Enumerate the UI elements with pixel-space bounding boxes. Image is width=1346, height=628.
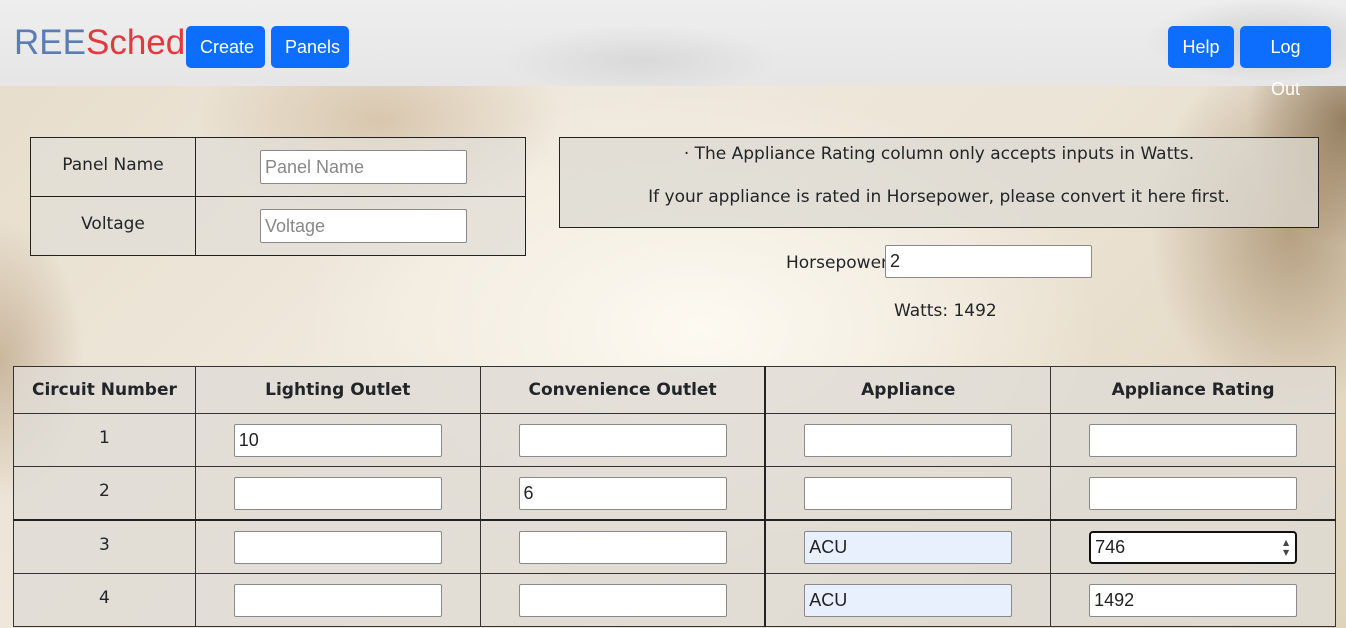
brand-sched: Sched bbox=[85, 23, 186, 62]
circuit-number: 2 bbox=[13, 466, 196, 521]
table-row: 4 bbox=[13, 573, 1336, 627]
voltage-label: Voltage bbox=[30, 196, 196, 256]
table-row: 1 bbox=[13, 413, 1336, 467]
convenience-outlet-input[interactable] bbox=[518, 530, 727, 564]
panel-name-label: Panel Name bbox=[30, 137, 196, 197]
lighting-outlet-input[interactable] bbox=[233, 476, 442, 510]
appliance-input[interactable] bbox=[804, 423, 1013, 457]
brand-ree: REE bbox=[14, 23, 86, 62]
voltage-input[interactable] bbox=[260, 209, 467, 243]
convenience-outlet-input[interactable] bbox=[518, 476, 727, 510]
convenience-outlet-input[interactable] bbox=[518, 583, 727, 617]
create-button[interactable]: Create bbox=[186, 26, 265, 68]
convenience-outlet-input[interactable] bbox=[518, 423, 727, 457]
header-lighting-outlet: Lighting Outlet bbox=[194, 366, 481, 414]
panels-button[interactable]: Panels bbox=[271, 26, 349, 68]
help-button[interactable]: Help bbox=[1168, 26, 1234, 68]
appliance-rating-input[interactable] bbox=[1089, 423, 1298, 457]
appliance-rating-input[interactable] bbox=[1089, 476, 1298, 510]
lighting-outlet-input[interactable] bbox=[233, 423, 442, 457]
appliance-input[interactable] bbox=[804, 530, 1013, 564]
panel-name-input[interactable] bbox=[260, 150, 467, 184]
lighting-outlet-input[interactable] bbox=[233, 530, 442, 564]
watts-notice-box: · The Appliance Rating column only accep… bbox=[559, 137, 1319, 228]
table-row: 2 bbox=[13, 466, 1336, 521]
circuit-number: 1 bbox=[13, 413, 196, 467]
header-convenience-outlet: Convenience Outlet bbox=[479, 366, 766, 414]
brand-logo[interactable]: REESched bbox=[14, 22, 185, 64]
circuit-number: 3 bbox=[13, 519, 196, 574]
appliance-rating-input[interactable] bbox=[1089, 583, 1298, 617]
circuit-number: 4 bbox=[13, 573, 196, 627]
logout-button[interactable]: Log Out bbox=[1240, 26, 1331, 99]
horsepower-input[interactable] bbox=[885, 245, 1092, 278]
table-row: 3 ▲▼ bbox=[13, 519, 1336, 574]
circuit-table: Circuit Number Lighting Outlet Convenien… bbox=[13, 366, 1336, 627]
watts-result: Watts: 1492 bbox=[894, 301, 997, 321]
appliance-rating-input[interactable] bbox=[1089, 530, 1298, 564]
notice-line-1: · The Appliance Rating column only accep… bbox=[683, 144, 1195, 164]
number-spinner-icon[interactable]: ▲ ▼ bbox=[1281, 538, 1291, 558]
panel-info-table: Panel Name Voltage bbox=[30, 137, 526, 256]
lighting-outlet-input[interactable] bbox=[233, 583, 442, 617]
header-circuit-number: Circuit Number bbox=[13, 366, 196, 414]
horsepower-label: Horsepower bbox=[786, 253, 889, 273]
appliance-input[interactable] bbox=[804, 476, 1013, 510]
navbar: REESched Create Panels Help Log Out bbox=[0, 0, 1346, 99]
header-appliance-rating: Appliance Rating bbox=[1050, 366, 1336, 414]
appliance-input[interactable] bbox=[804, 583, 1013, 617]
notice-line-2: If your appliance is rated in Horsepower… bbox=[648, 187, 1230, 207]
header-appliance: Appliance bbox=[764, 366, 1052, 414]
